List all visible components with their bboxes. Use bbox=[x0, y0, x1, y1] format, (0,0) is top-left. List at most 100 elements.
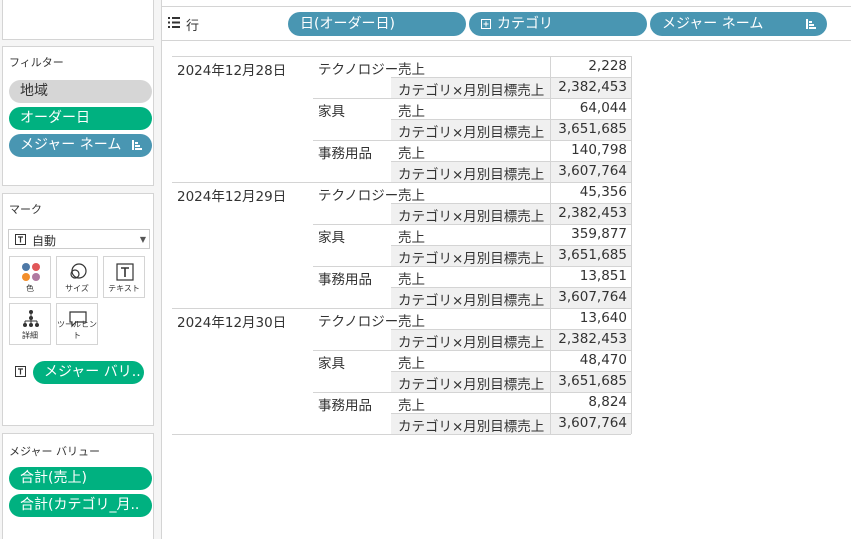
measure-name-target: カテゴリ×月別目標売上 bbox=[398, 377, 545, 393]
category-header: 家具 bbox=[318, 104, 345, 120]
measure-pill-sales-label: 合計(売上) bbox=[20, 470, 87, 486]
rows-shelf-label: 行 bbox=[186, 19, 200, 34]
mark-type-value: 自動 bbox=[32, 234, 57, 248]
shelf-pill-order-date-label: 日(オーダー日) bbox=[300, 16, 395, 32]
text-icon bbox=[116, 263, 134, 281]
sales-value: 140,798 bbox=[571, 142, 627, 158]
sales-value: 13,851 bbox=[579, 268, 627, 284]
table-divider bbox=[172, 56, 631, 57]
date-header: 2024年12月28日 bbox=[177, 63, 287, 79]
table-divider bbox=[391, 287, 631, 288]
measure-name-target: カテゴリ×月別目標売上 bbox=[398, 419, 545, 435]
pages-card bbox=[2, 0, 154, 40]
category-header: 家具 bbox=[318, 230, 345, 246]
detail-button[interactable]: 詳細 bbox=[9, 303, 51, 345]
detail-icon bbox=[23, 310, 39, 327]
sort-icon bbox=[132, 140, 142, 150]
size-icon bbox=[70, 263, 87, 279]
table-divider bbox=[313, 98, 631, 99]
measure-name-sales: 売上 bbox=[398, 230, 425, 246]
measure-pill-target-label: 合計(カテゴリ_月.. bbox=[20, 497, 140, 513]
sales-value: 64,044 bbox=[579, 100, 627, 116]
tooltip-button[interactable]: ツールヒント bbox=[56, 303, 98, 345]
shelf-pill-category[interactable]: カテゴリ bbox=[469, 12, 647, 36]
shelf-divider bbox=[162, 40, 851, 41]
measure-name-sales: 売上 bbox=[398, 104, 425, 120]
measure-name-target: カテゴリ×月別目標売上 bbox=[398, 293, 545, 309]
marks-field-pill-label: メジャー バリ.. bbox=[44, 364, 141, 380]
column-divider bbox=[550, 56, 551, 434]
table-divider bbox=[313, 392, 631, 393]
measure-name-sales: 売上 bbox=[398, 356, 425, 372]
measure-name-target: カテゴリ×月別目標売上 bbox=[398, 209, 545, 225]
sales-value: 2,228 bbox=[588, 58, 627, 74]
filter-pill-region[interactable]: 地域 bbox=[9, 80, 152, 103]
date-header: 2024年12月30日 bbox=[177, 315, 287, 331]
table-divider bbox=[391, 161, 631, 162]
text-mark-icon bbox=[15, 234, 26, 245]
measure-values-card: メジャー バリュー 合計(売上) 合計(カテゴリ_月.. bbox=[2, 433, 154, 539]
measure-name-target: カテゴリ×月別目標売上 bbox=[398, 167, 545, 183]
color-button[interactable]: 色 bbox=[9, 256, 51, 298]
target-value: 2,382,453 bbox=[558, 205, 627, 221]
text-field-icon bbox=[15, 366, 26, 377]
measure-name-target: カテゴリ×月別目標売上 bbox=[398, 335, 545, 351]
table-divider bbox=[313, 224, 631, 225]
category-header: 事務用品 bbox=[318, 272, 372, 288]
target-value: 3,651,685 bbox=[558, 373, 627, 389]
measure-name-target: カテゴリ×月別目標売上 bbox=[398, 125, 545, 141]
mark-type-dropdown[interactable]: 自動 ▼ bbox=[8, 229, 150, 249]
measure-values-title: メジャー バリュー bbox=[9, 445, 100, 458]
category-header: テクノロジー bbox=[318, 314, 399, 330]
measure-name-sales: 売上 bbox=[398, 272, 425, 288]
marks-card: マーク 自動 ▼ 色 サイズ テキスト 詳細 ツールヒント メジャー バリ.. bbox=[2, 193, 154, 426]
category-header: 家具 bbox=[318, 356, 345, 372]
measure-name-sales: 売上 bbox=[398, 398, 425, 414]
table-divider bbox=[391, 371, 631, 372]
size-button-label: サイズ bbox=[65, 284, 89, 293]
text-button[interactable]: テキスト bbox=[103, 256, 145, 298]
size-button[interactable]: サイズ bbox=[56, 256, 98, 298]
shelf-divider bbox=[162, 6, 851, 7]
measure-pill-sales[interactable]: 合計(売上) bbox=[9, 467, 152, 490]
filters-card: フィルター 地域 オーダー日 メジャー ネーム bbox=[2, 46, 154, 186]
marks-title: マーク bbox=[9, 203, 42, 216]
sales-value: 48,470 bbox=[579, 352, 627, 368]
date-header: 2024年12月29日 bbox=[177, 189, 287, 205]
measure-name-target: カテゴリ×月別目標売上 bbox=[398, 83, 545, 99]
detail-button-label: 詳細 bbox=[22, 331, 38, 340]
target-value: 2,382,453 bbox=[558, 331, 627, 347]
shelf-pill-measure-names-label: メジャー ネーム bbox=[662, 16, 764, 32]
filter-pill-measure-names[interactable]: メジャー ネーム bbox=[9, 134, 152, 157]
table-divider bbox=[313, 350, 631, 351]
table-divider bbox=[172, 308, 631, 309]
filter-pill-order-date-label: オーダー日 bbox=[20, 110, 90, 126]
text-button-label: テキスト bbox=[108, 284, 140, 293]
color-button-label: 色 bbox=[26, 284, 34, 293]
chevron-down-icon: ▼ bbox=[139, 235, 146, 244]
sort-icon bbox=[806, 19, 816, 29]
sales-value: 8,824 bbox=[588, 394, 627, 410]
shelf-pill-order-date[interactable]: 日(オーダー日) bbox=[288, 12, 466, 36]
marks-field-pill[interactable]: メジャー バリ.. bbox=[33, 361, 144, 384]
filter-pill-order-date[interactable]: オーダー日 bbox=[9, 107, 152, 130]
expand-plus-icon[interactable] bbox=[481, 19, 491, 29]
table-divider bbox=[313, 266, 631, 267]
measure-name-sales: 売上 bbox=[398, 146, 425, 162]
category-header: テクノロジー bbox=[318, 62, 399, 78]
table-divider bbox=[391, 119, 631, 120]
target-value: 3,607,764 bbox=[558, 415, 627, 431]
measure-pill-target[interactable]: 合計(カテゴリ_月.. bbox=[9, 494, 152, 517]
table-divider bbox=[391, 413, 631, 414]
target-value: 3,607,764 bbox=[558, 289, 627, 305]
sales-value: 45,356 bbox=[579, 184, 627, 200]
tooltip-button-label: ツールヒント bbox=[57, 320, 97, 340]
sales-value: 13,640 bbox=[579, 310, 627, 326]
table-divider bbox=[391, 203, 631, 204]
shelf-pill-measure-names[interactable]: メジャー ネーム bbox=[650, 12, 827, 36]
table-divider bbox=[172, 434, 631, 435]
target-value: 3,651,685 bbox=[558, 247, 627, 263]
measure-name-target: カテゴリ×月別目標売上 bbox=[398, 251, 545, 267]
target-value: 3,607,764 bbox=[558, 163, 627, 179]
table-divider bbox=[172, 182, 631, 183]
